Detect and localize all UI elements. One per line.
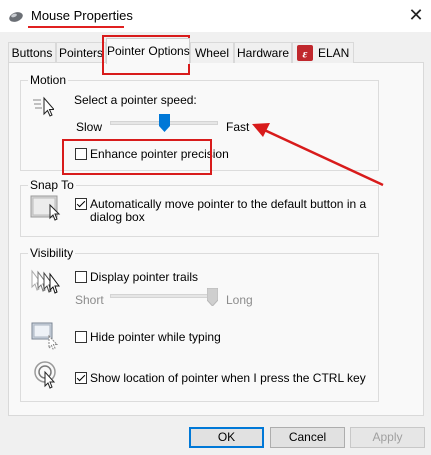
- annotation-arrow-icon: [252, 123, 384, 187]
- tab-pointers[interactable]: Pointers: [56, 42, 106, 63]
- show-location-icon: [34, 361, 56, 389]
- trails-length-slider-thumb: [207, 288, 218, 306]
- pointer-trails-label: Display pointer trails: [90, 270, 199, 284]
- hide-pointer-label: Hide pointer while typing: [90, 330, 221, 344]
- pointer-trails-checkbox[interactable]: [75, 271, 87, 283]
- visibility-legend: Visibility: [28, 246, 76, 260]
- close-icon[interactable]: ✕: [405, 4, 427, 26]
- trails-length-track: [110, 294, 218, 298]
- cancel-button[interactable]: Cancel: [270, 427, 345, 448]
- elan-logo-icon: ε: [297, 45, 313, 61]
- speed-slow-label: Slow: [76, 120, 103, 134]
- tab-buttons[interactable]: Buttons: [8, 42, 56, 63]
- tab-label: Hardware: [236, 46, 290, 60]
- window-title: Mouse Properties: [31, 8, 133, 23]
- trails-long-label: Long: [226, 293, 253, 307]
- trails-short-label: Short: [75, 293, 104, 307]
- enhance-precision-checkbox[interactable]: [75, 148, 87, 160]
- pointer-speed-icon: [33, 96, 54, 117]
- title-annotation-underline: [28, 26, 124, 28]
- ok-button[interactable]: OK: [189, 427, 264, 448]
- pointer-trails-icon: [31, 269, 60, 294]
- title-bar: Mouse Properties ✕: [0, 0, 431, 32]
- tab-elan[interactable]: ε ELAN: [292, 42, 354, 63]
- snap-to-checkbox[interactable]: [75, 198, 87, 210]
- snap-to-icon: [30, 195, 61, 221]
- hide-pointer-icon: [31, 322, 59, 350]
- snap-to-label-line2: dialog box: [90, 210, 145, 224]
- tab-wheel[interactable]: Wheel: [190, 42, 234, 63]
- enhance-precision-label: Enhance pointer precision: [90, 147, 229, 161]
- motion-legend: Motion: [28, 73, 69, 87]
- tab-label: Pointer Options: [107, 44, 190, 58]
- tab-pointer-options[interactable]: Pointer Options: [106, 38, 190, 64]
- show-location-checkbox[interactable]: [75, 372, 87, 384]
- snap-to-legend: Snap To: [28, 178, 76, 192]
- tab-label: Buttons: [11, 46, 53, 60]
- tab-label: ELAN: [318, 46, 350, 60]
- pointer-speed-slider-thumb[interactable]: [158, 114, 170, 132]
- tab-label: Wheel: [194, 46, 229, 60]
- tab-label: Pointers: [58, 46, 104, 60]
- mouse-icon: [9, 12, 23, 22]
- tab-hardware[interactable]: Hardware: [234, 42, 292, 63]
- apply-button[interactable]: Apply: [350, 427, 425, 448]
- hide-pointer-checkbox[interactable]: [75, 331, 87, 343]
- pointer-speed-prompt: Select a pointer speed:: [74, 93, 197, 107]
- svg-text:ε: ε: [303, 47, 308, 61]
- show-location-label: Show location of pointer when I press th…: [90, 371, 366, 385]
